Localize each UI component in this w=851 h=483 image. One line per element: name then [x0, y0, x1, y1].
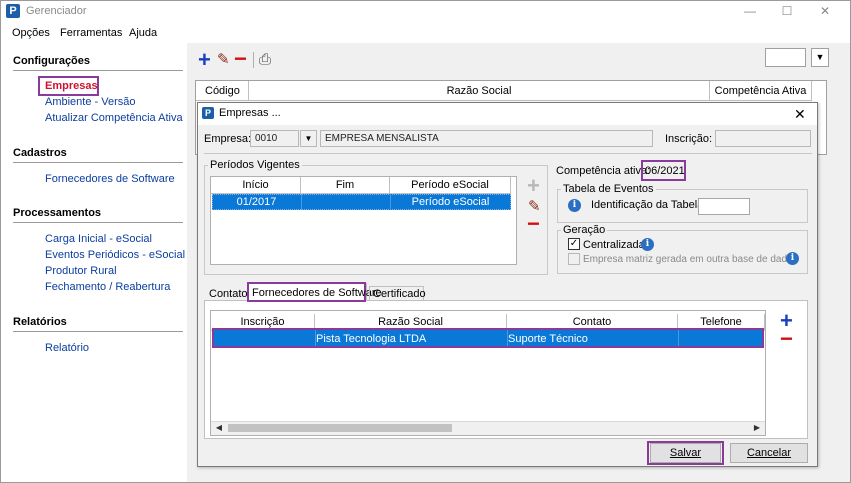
- geracao-title: Geração: [561, 224, 608, 236]
- sidebar-item-atualizar-competencia[interactable]: Atualizar Competência Ativa: [45, 112, 183, 124]
- menu-ferramentas[interactable]: Ferramentas: [60, 27, 122, 39]
- geracao-group: [557, 230, 808, 274]
- centralizada-label: Centralizada: [583, 239, 645, 251]
- dialog-close-button[interactable]: ✕: [794, 105, 806, 123]
- tab-fornecedores-software[interactable]: Fornecedores de Software: [252, 287, 382, 299]
- grid-header-competencia[interactable]: Competência Ativa: [710, 81, 812, 101]
- tab-certificado[interactable]: Certificado: [373, 288, 426, 300]
- empresa-code-field[interactable]: 0010: [250, 130, 299, 147]
- save-button[interactable]: Salvar: [650, 443, 721, 463]
- info-icon[interactable]: i: [786, 252, 799, 265]
- sidebar-item-fechamento[interactable]: Fechamento / Reabertura: [45, 281, 170, 293]
- dialog-title: Empresas ...: [219, 107, 281, 119]
- sidebar-item-eventos-periodicos[interactable]: Eventos Periódicos - eSocial: [45, 249, 185, 261]
- remove-icon[interactable]: −: [234, 48, 247, 70]
- sidebar-item-relatorio[interactable]: Relatório: [45, 342, 89, 354]
- cell-divider: [678, 330, 679, 346]
- maximize-button[interactable]: ☐: [777, 3, 797, 19]
- sidebar: [1, 43, 187, 482]
- section-cadastros: Cadastros: [13, 147, 67, 159]
- cancel-button-label: Cancelar: [746, 447, 792, 459]
- edit-icon[interactable]: ✎: [217, 51, 230, 69]
- periodo-add-icon[interactable]: +: [527, 175, 540, 197]
- fornecedor-razao-cell: Pista Tecnologia LTDA: [316, 333, 427, 345]
- dialog-title-bar: [198, 103, 817, 125]
- scrollbar-thumb[interactable]: [228, 424, 452, 432]
- periodos-header-fim[interactable]: Fim: [301, 177, 390, 194]
- fornecedor-remove-icon[interactable]: −: [780, 328, 793, 350]
- section-divider: [13, 222, 183, 223]
- tab-contato[interactable]: Contato: [209, 288, 248, 300]
- section-configuracoes: Configurações: [13, 55, 91, 67]
- cell-divider: [390, 194, 391, 210]
- sidebar-item-produtor-rural[interactable]: Produtor Rural: [45, 265, 117, 277]
- inscricao-field: [715, 130, 811, 147]
- identificacao-label: Identificação da Tabela: [591, 199, 704, 211]
- empresa-dropdown-button[interactable]: ▼: [300, 130, 317, 147]
- identificacao-input[interactable]: [698, 198, 750, 215]
- window-title: Gerenciador: [26, 5, 87, 17]
- empresa-name-field: EMPRESA MENSALISTA: [320, 130, 653, 147]
- scroll-right-icon[interactable]: ▶: [751, 422, 763, 434]
- fornecedor-contato-cell: Suporte Técnico: [508, 333, 588, 345]
- inscricao-label: Inscrição:: [665, 133, 713, 145]
- tabela-eventos-title: Tabela de Eventos: [561, 183, 656, 195]
- competencia-value: 06/2021: [645, 165, 685, 177]
- menu-opcoes[interactable]: Opções: [12, 27, 50, 39]
- app-logo-icon: P: [6, 4, 20, 18]
- sidebar-item-carga-inicial[interactable]: Carga Inicial - eSocial: [45, 233, 152, 245]
- centralizada-checkbox[interactable]: ✓: [568, 238, 580, 250]
- sidebar-item-ambiente-versao[interactable]: Ambiente - Versão: [45, 96, 136, 108]
- cell-divider: [507, 330, 508, 346]
- sidebar-item-empresas[interactable]: Empresas: [45, 80, 98, 92]
- scroll-left-icon[interactable]: ◀: [213, 422, 225, 434]
- print-icon[interactable]: ⎙: [259, 51, 271, 69]
- section-divider: [13, 331, 183, 332]
- grid-header-codigo[interactable]: Código: [196, 81, 249, 101]
- empresa-label: Empresa:: [204, 133, 252, 145]
- section-divider: [13, 70, 183, 71]
- section-processamentos: Processamentos: [13, 207, 102, 219]
- menu-ajuda[interactable]: Ajuda: [129, 27, 157, 39]
- periodos-header-inicio[interactable]: Início: [211, 177, 301, 194]
- sidebar-item-fornecedores[interactable]: Fornecedores de Software: [45, 173, 175, 185]
- toolbar-combo[interactable]: [765, 48, 806, 67]
- cancel-button[interactable]: Cancelar: [730, 443, 808, 463]
- save-button-label: Salvar: [669, 447, 702, 459]
- close-button[interactable]: ✕: [815, 3, 835, 19]
- competencia-label: Competência ativa:: [556, 165, 651, 177]
- grid-header-razao-social[interactable]: Razão Social: [249, 81, 710, 101]
- toolbar-separator: [253, 52, 254, 68]
- info-icon[interactable]: i: [568, 199, 581, 212]
- dialog-divider: [204, 153, 812, 154]
- matriz-checkbox[interactable]: [568, 253, 580, 265]
- periodo-esocial-cell: Período eSocial: [411, 196, 490, 208]
- add-icon[interactable]: +: [198, 49, 211, 71]
- section-divider: [13, 162, 183, 163]
- title-bar: [1, 1, 850, 23]
- periodo-remove-icon[interactable]: −: [527, 213, 540, 235]
- cell-divider: [301, 194, 302, 210]
- section-relatorios: Relatórios: [13, 316, 67, 328]
- minimize-button[interactable]: —: [740, 3, 760, 19]
- periodos-title: Períodos Vigentes: [208, 159, 302, 171]
- info-icon[interactable]: i: [641, 238, 654, 251]
- periodos-header-periodo[interactable]: Período eSocial: [390, 177, 511, 194]
- combo-dropdown-button[interactable]: ▼: [811, 48, 829, 67]
- periodo-inicio-cell: 01/2017: [236, 196, 277, 208]
- dialog-logo-icon: P: [202, 107, 214, 119]
- matriz-label: Empresa matriz gerada em outra base de d…: [583, 254, 798, 265]
- cell-divider: [315, 330, 316, 346]
